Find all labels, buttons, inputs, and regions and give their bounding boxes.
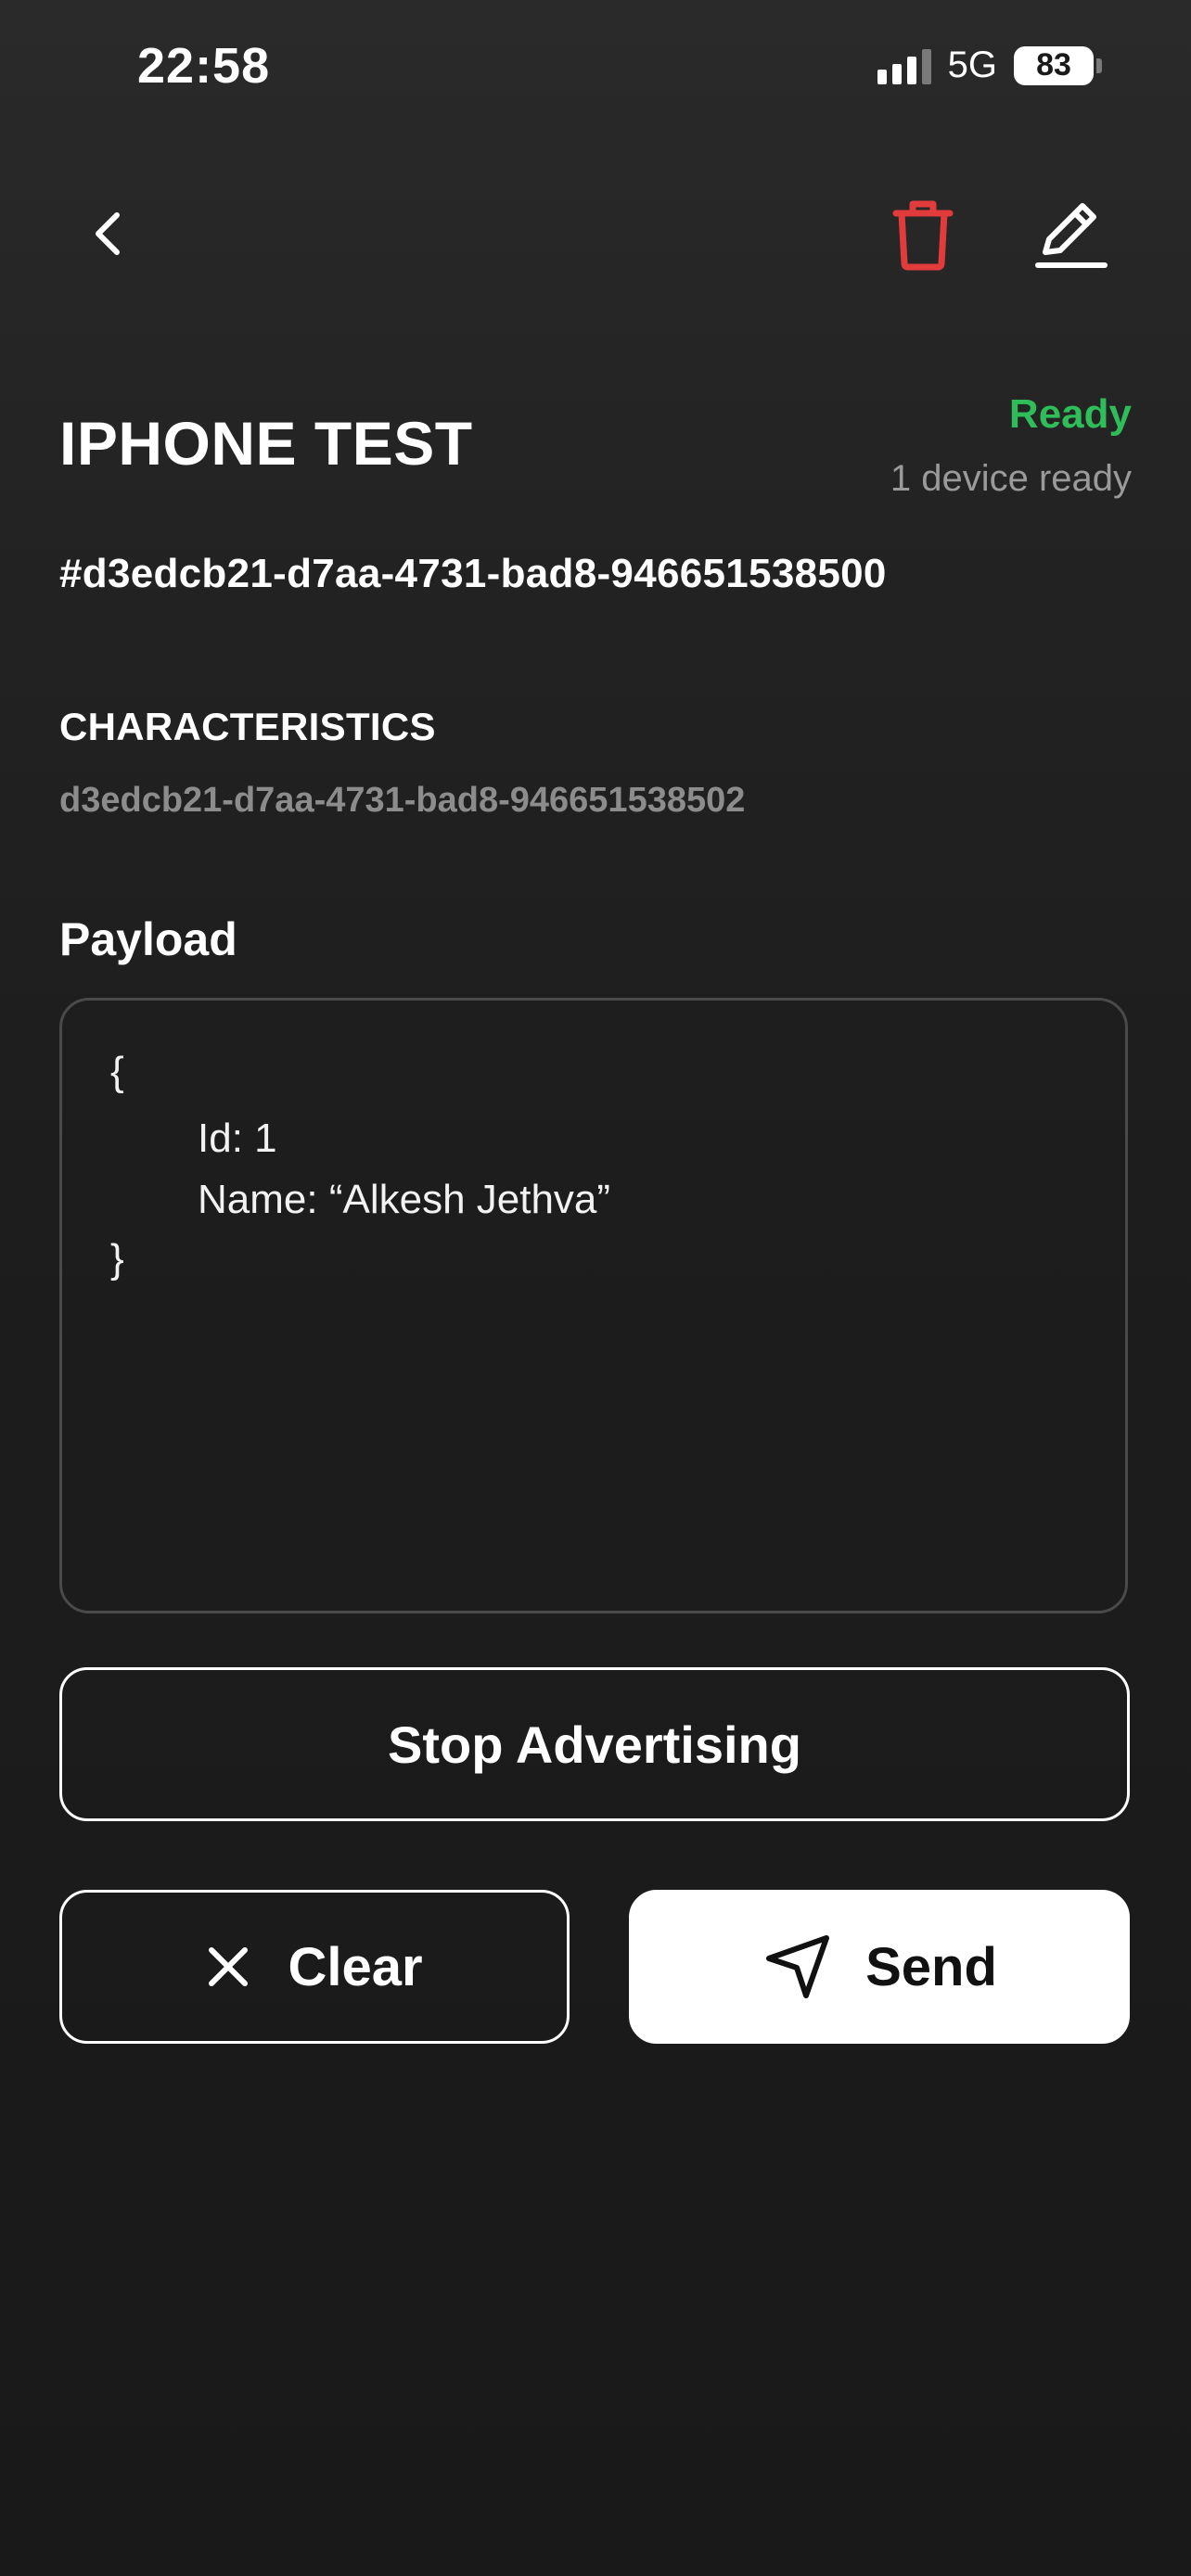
network-type: 5G — [947, 45, 997, 85]
clear-label: Clear — [288, 1936, 423, 1997]
characteristics-label: CHARACTERISTICS — [59, 705, 436, 748]
payload-input[interactable]: { Id: 1 Name: “Alkesh Jethva” } — [59, 998, 1128, 1613]
signal-icon — [877, 47, 931, 84]
status-time: 22:58 — [137, 38, 271, 94]
device-ready-count: 1 device ready — [890, 458, 1132, 499]
delete-button[interactable] — [881, 185, 965, 282]
battery-level: 83 — [1014, 45, 1094, 85]
status-bar-right: 5G 83 — [877, 45, 1102, 86]
back-button[interactable] — [74, 185, 141, 282]
pencil-icon — [1035, 203, 1108, 268]
payload-line: Id: 1 — [198, 1116, 277, 1161]
battery-icon: 83 — [1014, 45, 1102, 85]
device-detail-screen: 22:58 5G 83 IPHONE TEST Ready 1 device r… — [0, 0, 1191, 2576]
characteristics-uuid: d3edcb21-d7aa-4731-bad8-946651538502 — [59, 781, 746, 820]
payload-line: Name: “Alkesh Jethva” — [198, 1177, 611, 1222]
navigation-arrow-icon — [762, 1931, 834, 2003]
payload-line: { — [110, 1049, 124, 1094]
send-button[interactable]: Send — [629, 1890, 1130, 2044]
edit-button[interactable] — [1025, 185, 1118, 282]
payload-label: Payload — [59, 913, 237, 965]
trash-icon — [892, 200, 954, 271]
clear-button[interactable]: Clear — [59, 1890, 570, 2044]
send-label: Send — [865, 1936, 997, 1997]
device-name: IPHONE TEST — [59, 409, 473, 478]
payload-line: } — [110, 1236, 124, 1282]
stop-advertising-button[interactable]: Stop Advertising — [59, 1667, 1130, 1821]
stop-advertising-label: Stop Advertising — [388, 1715, 801, 1774]
status-badge: Ready — [1008, 391, 1132, 437]
device-uuid: #d3edcb21-d7aa-4731-bad8-946651538500 — [59, 551, 887, 596]
close-icon — [206, 1945, 250, 1989]
chevron-left-icon — [96, 212, 120, 255]
